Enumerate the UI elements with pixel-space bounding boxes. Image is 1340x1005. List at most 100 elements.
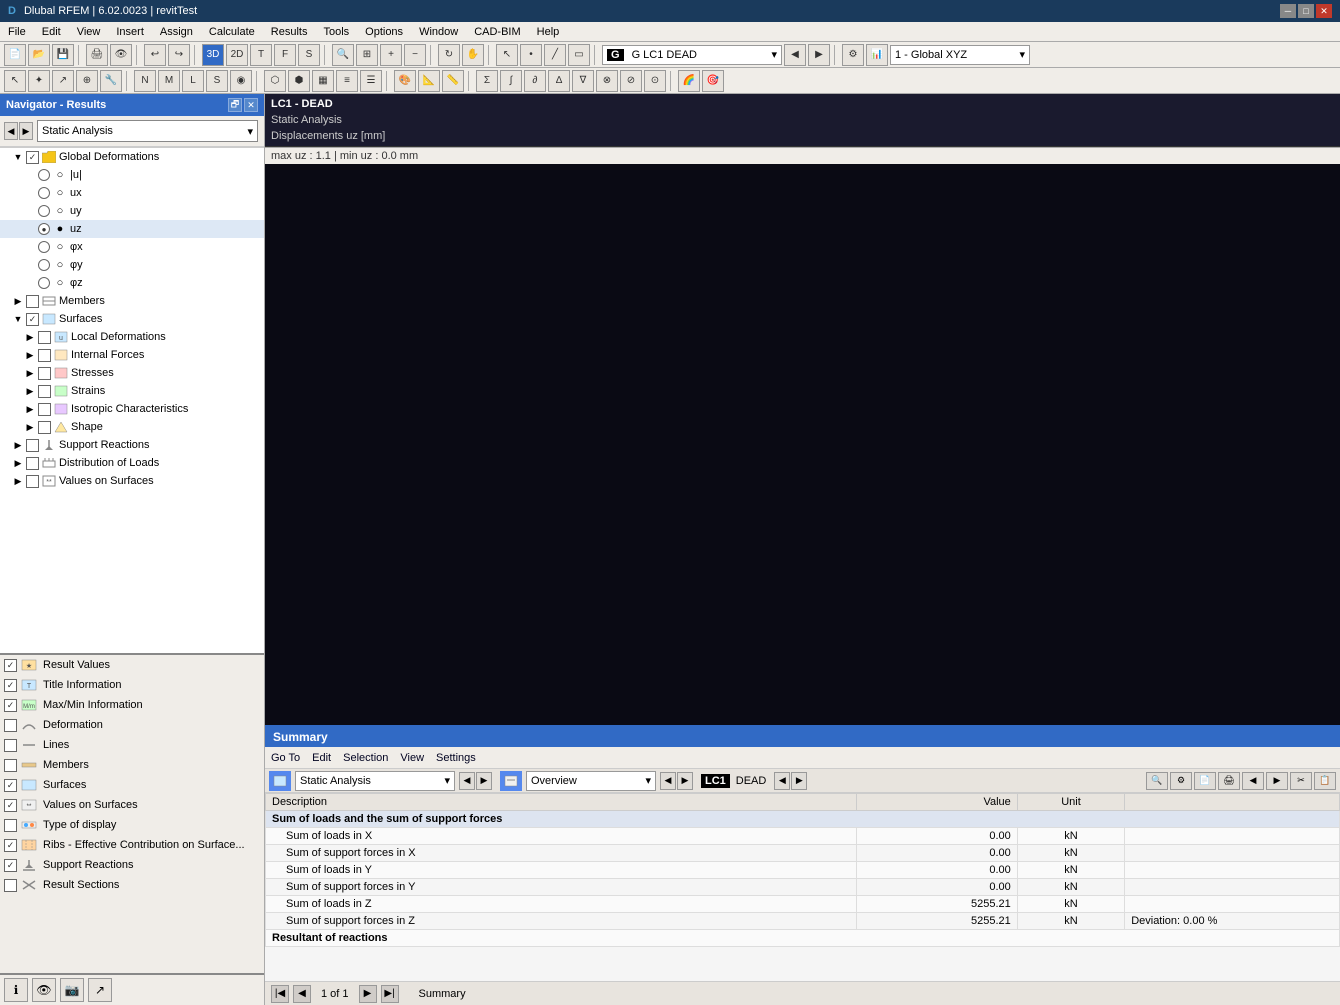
select-button[interactable]: ↖ bbox=[496, 44, 518, 66]
check-vals[interactable] bbox=[26, 475, 39, 488]
check-surfaces[interactable] bbox=[26, 313, 39, 326]
tree-phix[interactable]: ○ φx bbox=[0, 238, 264, 256]
analysis-prev[interactable]: ◀ bbox=[459, 772, 475, 790]
zoomfit-button[interactable]: ⊞ bbox=[356, 44, 378, 66]
tree-local-def[interactable]: ▶ u Local Deformations bbox=[0, 328, 264, 346]
expand-stresses-icon[interactable]: ▶ bbox=[24, 367, 36, 379]
analysis-dropdown[interactable]: Static Analysis ▾ bbox=[37, 120, 258, 142]
tree-strains[interactable]: ▶ Strains bbox=[0, 382, 264, 400]
summary-search[interactable]: 🔍 bbox=[1146, 772, 1168, 790]
tb2-13[interactable]: ▦ bbox=[312, 70, 334, 92]
nav-restore[interactable]: 🗗 bbox=[228, 98, 242, 112]
radio-u-abs[interactable] bbox=[38, 169, 50, 181]
tb2-16[interactable]: 🎨 bbox=[394, 70, 416, 92]
lbi-type-display[interactable]: Type of display bbox=[0, 815, 264, 835]
summary-goto[interactable]: Go To bbox=[271, 752, 300, 764]
lbi-surfaces-bottom[interactable]: Surfaces bbox=[0, 775, 264, 795]
lbi-result-values[interactable]: ★ Result Values bbox=[0, 655, 264, 675]
print-button[interactable]: 🖨 bbox=[86, 44, 108, 66]
lc-dropdown[interactable]: G G LC1 DEAD ▾ bbox=[602, 45, 782, 65]
viewtop-button[interactable]: T bbox=[250, 44, 272, 66]
redo-button[interactable]: ↪ bbox=[168, 44, 190, 66]
check-title-info[interactable] bbox=[4, 679, 17, 692]
check-stresses[interactable] bbox=[38, 367, 51, 380]
summary-settings[interactable]: Settings bbox=[436, 752, 476, 764]
check-local[interactable] bbox=[38, 331, 51, 344]
pg-prev[interactable]: ◀ bbox=[293, 985, 311, 1003]
check-support[interactable] bbox=[26, 439, 39, 452]
tb2-11[interactable]: ⬡ bbox=[264, 70, 286, 92]
eye-button[interactable]: 👁 bbox=[32, 978, 56, 1002]
pan-button[interactable]: ✋ bbox=[462, 44, 484, 66]
node-button[interactable]: • bbox=[520, 44, 542, 66]
settings-button[interactable]: ⚙ bbox=[842, 44, 864, 66]
check-members[interactable] bbox=[26, 295, 39, 308]
expand-members-icon[interactable]: ▶ bbox=[12, 295, 24, 307]
menu-view[interactable]: View bbox=[69, 24, 109, 40]
viewport-3d[interactable]: LC1 - DEAD Static Analysis Displacements… bbox=[265, 94, 1340, 725]
menu-help[interactable]: Help bbox=[529, 24, 568, 40]
expand-support-icon[interactable]: ▶ bbox=[12, 439, 24, 451]
check-type-display[interactable] bbox=[4, 819, 17, 832]
menu-insert[interactable]: Insert bbox=[108, 24, 152, 40]
surface-button[interactable]: ▭ bbox=[568, 44, 590, 66]
tree-uz[interactable]: ● uz bbox=[0, 220, 264, 238]
zoomin-button[interactable]: + bbox=[380, 44, 402, 66]
view3d-button[interactable]: 3D bbox=[202, 44, 224, 66]
check-dist[interactable] bbox=[26, 457, 39, 470]
tree-surfaces[interactable]: ▼ Surfaces bbox=[0, 310, 264, 328]
menu-edit[interactable]: Edit bbox=[34, 24, 69, 40]
close-button[interactable]: ✕ bbox=[1316, 4, 1332, 18]
rotate-button[interactable]: ↻ bbox=[438, 44, 460, 66]
tb2-12[interactable]: ⬢ bbox=[288, 70, 310, 92]
coord-dropdown[interactable]: 1 - Global XYZ ▾ bbox=[890, 45, 1030, 65]
expand-icon[interactable]: ▼ bbox=[12, 151, 24, 163]
tb2-25[interactable]: ⊘ bbox=[620, 70, 642, 92]
tb2-18[interactable]: 📏 bbox=[442, 70, 464, 92]
overview-prev[interactable]: ◀ bbox=[660, 772, 676, 790]
summary-analysis-dropdown[interactable]: Static Analysis ▾ bbox=[295, 771, 455, 791]
overview-next[interactable]: ▶ bbox=[677, 772, 693, 790]
minimize-button[interactable]: ─ bbox=[1280, 4, 1296, 18]
check-result-values[interactable] bbox=[4, 659, 17, 672]
radio-phiy[interactable] bbox=[38, 259, 50, 271]
tb2-26[interactable]: ⊙ bbox=[644, 70, 666, 92]
lbi-maxmin-info[interactable]: M/m Max/Min Information bbox=[0, 695, 264, 715]
summary-next2[interactable]: ▶ bbox=[1266, 772, 1288, 790]
check-lines[interactable] bbox=[4, 739, 17, 752]
undo-button[interactable]: ↩ bbox=[144, 44, 166, 66]
tree-isotropic[interactable]: ▶ Isotropic Characteristics bbox=[0, 400, 264, 418]
tb2-19[interactable]: Σ bbox=[476, 70, 498, 92]
radio-ux[interactable] bbox=[38, 187, 50, 199]
check-values-surfaces[interactable] bbox=[4, 799, 17, 812]
tree-dist-loads[interactable]: ▶ Distribution of Loads bbox=[0, 454, 264, 472]
radio-uy[interactable] bbox=[38, 205, 50, 217]
summary-print[interactable]: 🖨 bbox=[1218, 772, 1240, 790]
tree-values-surfaces[interactable]: ▶ ** Values on Surfaces bbox=[0, 472, 264, 490]
tb2-20[interactable]: ∫ bbox=[500, 70, 522, 92]
tb2-6[interactable]: N bbox=[134, 70, 156, 92]
tb2-3[interactable]: ↗ bbox=[52, 70, 74, 92]
tb2-1[interactable]: ↖ bbox=[4, 70, 26, 92]
menu-options[interactable]: Options bbox=[357, 24, 411, 40]
menu-cadbim[interactable]: CAD-BIM bbox=[466, 24, 528, 40]
summary-view[interactable]: View bbox=[400, 752, 424, 764]
tree-uy[interactable]: ○ uy bbox=[0, 202, 264, 220]
expand-dist-icon[interactable]: ▶ bbox=[12, 457, 24, 469]
lbi-ribs-effective[interactable]: Ribs - Effective Contribution on Surface… bbox=[0, 835, 264, 855]
prev-lc-button[interactable]: ◀ bbox=[784, 44, 806, 66]
lc-prev[interactable]: ◀ bbox=[774, 772, 790, 790]
lbi-values-surfaces[interactable]: ** Values on Surfaces bbox=[0, 795, 264, 815]
zoomout-button[interactable]: − bbox=[404, 44, 426, 66]
check-maxmin[interactable] bbox=[4, 699, 17, 712]
tb2-21[interactable]: ∂ bbox=[524, 70, 546, 92]
lbi-result-sections[interactable]: Result Sections bbox=[0, 875, 264, 895]
check-strains[interactable] bbox=[38, 385, 51, 398]
check-ribs[interactable] bbox=[4, 839, 17, 852]
tb2-15[interactable]: ☰ bbox=[360, 70, 382, 92]
tree-shape[interactable]: ▶ Shape bbox=[0, 418, 264, 436]
print-preview[interactable]: 👁 bbox=[110, 44, 132, 66]
tree-internal-forces[interactable]: ▶ Internal Forces bbox=[0, 346, 264, 364]
radio-uz[interactable] bbox=[38, 223, 50, 235]
tree-ux[interactable]: ○ ux bbox=[0, 184, 264, 202]
